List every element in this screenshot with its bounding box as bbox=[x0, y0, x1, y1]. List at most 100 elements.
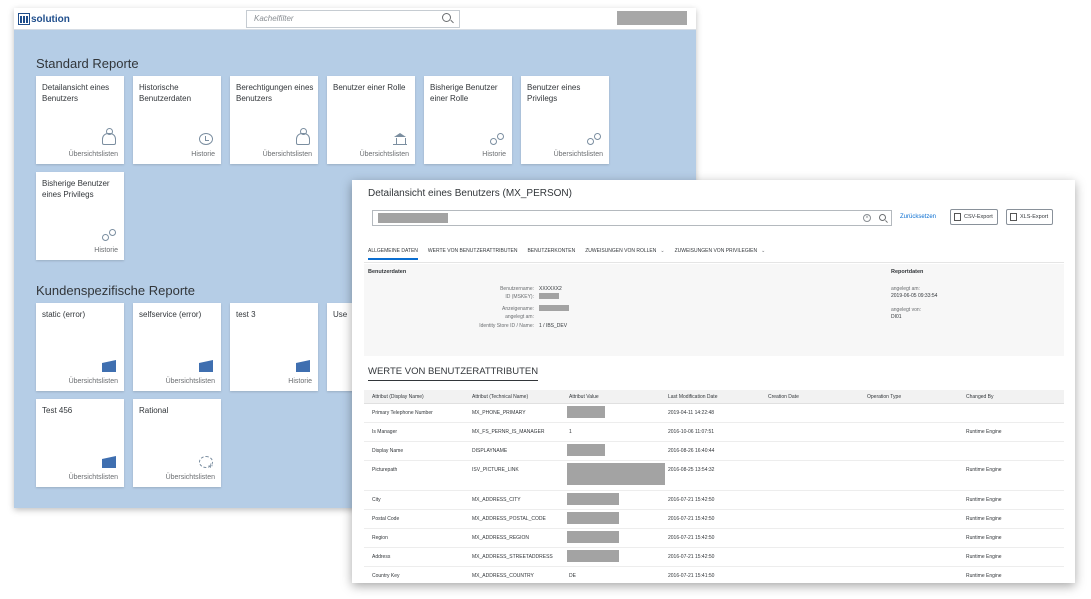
table-row[interactable]: Country Key MX_ADDRESS_COUNTRY DE 2016-07-2… bbox=[364, 567, 1064, 583]
tile-footer: Übersichtslisten bbox=[165, 378, 215, 385]
cell-changed-by: Runtime Engine bbox=[966, 497, 1002, 503]
table-row[interactable]: City MX_ADDRESS_CITY 2016-07-21 15:42:50 Ru… bbox=[364, 491, 1064, 510]
user-search-field[interactable]: × bbox=[372, 210, 892, 226]
cell-technical: MX_ADDRESS_STREETADDRESS bbox=[472, 554, 553, 560]
tab-2[interactable]: BENUTZERKONTEN bbox=[527, 246, 575, 260]
tile-title: Historische Benutzerdaten bbox=[139, 83, 192, 103]
cell-changed-by: Runtime Engine bbox=[966, 554, 1002, 560]
tile-custom-2[interactable]: test 3 Historie bbox=[230, 303, 318, 391]
tile-custom-5[interactable]: Rational Übersichtslisten bbox=[133, 399, 221, 487]
cell-modified: 2016-07-21 15:42:50 bbox=[668, 535, 715, 541]
report-by-value: DI01 bbox=[891, 314, 902, 320]
tile-custom-1[interactable]: selfservice (error) Übersichtslisten bbox=[133, 303, 221, 391]
table-row[interactable]: Address MX_ADDRESS_STREETADDRESS 2016-07-2… bbox=[364, 548, 1064, 567]
tile-title: Bisherige Benutzer eines Privilegs bbox=[42, 179, 110, 199]
cell-display: Picturepath bbox=[372, 467, 398, 473]
search-icon[interactable] bbox=[879, 214, 886, 221]
tab-label: BENUTZERKONTEN bbox=[527, 248, 576, 254]
tile-footer: Übersichtslisten bbox=[262, 151, 312, 158]
value-redacted bbox=[567, 550, 619, 562]
cell-modified: 2019-04-11 14:22:48 bbox=[668, 410, 715, 416]
tile-title: test 3 bbox=[236, 310, 256, 319]
report-data-group-title: Reportdaten bbox=[891, 269, 924, 275]
tile-title: Benutzer einer Rolle bbox=[333, 83, 406, 92]
role-icon bbox=[393, 133, 407, 145]
column-header[interactable]: Changed By bbox=[966, 394, 994, 400]
tab-3[interactable]: ZUWEISUNGEN VON ROLLEN ⌄ bbox=[585, 246, 664, 260]
tile-filter-input[interactable]: Kachelfilter bbox=[246, 10, 460, 28]
tile-standard-1[interactable]: Historische Benutzerdaten Historie bbox=[133, 76, 221, 164]
tile-footer: Übersichtslisten bbox=[553, 151, 603, 158]
username-value: XXXXXX2 bbox=[539, 286, 562, 292]
cell-display: Postal Code bbox=[372, 516, 400, 522]
folder-icon bbox=[199, 360, 213, 372]
idstore-value: 1 / IBS_DEV bbox=[539, 323, 568, 329]
csv-export-button[interactable]: CSV-Export bbox=[950, 209, 998, 225]
chevron-down-icon: ⌄ bbox=[761, 248, 766, 254]
folder-icon bbox=[296, 360, 310, 372]
table-row[interactable]: Is Manager MX_FS_PERNR_IS_MANAGER 1 2016-10… bbox=[364, 423, 1064, 442]
shell-bar: solution Kachelfilter bbox=[14, 8, 696, 30]
cell-changed-by: Runtime Engine bbox=[966, 573, 1002, 579]
tile-standard-2[interactable]: Berechtigungen eines Benutzers Übersichts… bbox=[230, 76, 318, 164]
column-header[interactable]: Attribut (Display Name) bbox=[372, 394, 424, 400]
table-row[interactable]: Region MX_ADDRESS_REGION 2016-07-21 15:42:… bbox=[364, 529, 1064, 548]
add-icon bbox=[199, 456, 213, 471]
tile-custom-0[interactable]: static (error) Übersichtslisten bbox=[36, 303, 124, 391]
group-icon bbox=[102, 229, 116, 241]
value-redacted bbox=[567, 512, 619, 524]
logo-mark-icon bbox=[18, 13, 30, 25]
column-header[interactable]: Attribut Value bbox=[569, 394, 599, 400]
table-row[interactable]: Picturepath ISV_PICTURE_LINK 2016-08-25 13… bbox=[364, 461, 1064, 491]
table-row[interactable]: Postal Code MX_ADDRESS_POSTAL_CODE 2016-07… bbox=[364, 510, 1064, 529]
column-header[interactable]: Last Modification Date bbox=[668, 394, 717, 400]
value-redacted bbox=[567, 493, 619, 505]
report-created-value: 2019-06-05 09:33:54 bbox=[891, 293, 938, 299]
cell-modified: 2016-07-21 15:41:50 bbox=[668, 573, 715, 579]
cell-technical: MX_ADDRESS_POSTAL_CODE bbox=[472, 516, 546, 522]
xls-export-label: XLS-Export bbox=[1020, 214, 1049, 220]
cell-technical: ISV_PICTURE_LINK bbox=[472, 467, 519, 473]
column-header[interactable]: Operation Type bbox=[867, 394, 901, 400]
tab-label: WERTE VON BENUTZERATTRIBUTEN bbox=[427, 248, 518, 254]
tile-standard-5[interactable]: Benutzer eines Privilegs Übersichtslisten bbox=[521, 76, 609, 164]
search-icon[interactable] bbox=[442, 13, 451, 22]
column-header[interactable]: Creation Date bbox=[768, 394, 799, 400]
attributes-section-title: WERTE VON BENUTZERATTRIBUTEN bbox=[368, 366, 539, 381]
section-standard-reports: Standard Reporte bbox=[36, 56, 139, 71]
user-data-group-title: Benutzerdaten bbox=[368, 269, 407, 275]
tile-title: Bisherige Benutzer einer Rolle bbox=[430, 83, 498, 103]
tile-title: Berechtigungen eines Benutzers bbox=[236, 83, 314, 103]
tile-standard-4[interactable]: Bisherige Benutzer einer Rolle Historie bbox=[424, 76, 512, 164]
tile-footer: Übersichtslisten bbox=[359, 151, 409, 158]
csv-file-icon bbox=[954, 213, 961, 221]
tab-label: ZUWEISUNGEN VON PRIVILEGIEN bbox=[674, 248, 758, 254]
tile-custom-4[interactable]: Test 456 Übersichtslisten bbox=[36, 399, 124, 487]
value-redacted bbox=[567, 463, 665, 485]
cell-modified: 2016-08-26 16:40:44 bbox=[668, 448, 715, 454]
logo[interactable]: solution bbox=[18, 12, 70, 26]
cell-technical: MX_ADDRESS_CITY bbox=[472, 497, 521, 503]
cell-changed-by: Runtime Engine bbox=[966, 429, 1002, 435]
cell-value: DE bbox=[569, 573, 576, 579]
tile-standard-0[interactable]: Detailansicht eines Benutzers Übersichtsl… bbox=[36, 76, 124, 164]
cell-technical: MX_ADDRESS_REGION bbox=[472, 535, 529, 541]
column-header[interactable]: Attribut (Technical Name) bbox=[472, 394, 528, 400]
reset-link[interactable]: Zurücksetzen bbox=[900, 214, 936, 220]
xls-export-button[interactable]: XLS-Export bbox=[1006, 209, 1054, 225]
tile-title: static (error) bbox=[42, 310, 86, 319]
table-header: Attribut (Display Name) Attribut (Technic… bbox=[364, 390, 1064, 404]
user-menu-redacted[interactable] bbox=[617, 11, 687, 25]
tab-4[interactable]: ZUWEISUNGEN VON PRIVILEGIEN ⌄ bbox=[675, 246, 766, 260]
table-row[interactable]: Display Name DISPLAYNAME 2016-08-26 16:40:… bbox=[364, 442, 1064, 461]
history-icon bbox=[199, 133, 213, 145]
group-icon bbox=[587, 133, 601, 145]
report-by-label: angelegt von: bbox=[891, 307, 922, 313]
clear-icon[interactable]: × bbox=[863, 214, 871, 222]
tile-standard-3[interactable]: Benutzer einer Rolle Übersichtslisten bbox=[327, 76, 415, 164]
tab-1[interactable]: WERTE VON BENUTZERATTRIBUTEN bbox=[428, 246, 518, 260]
tile-standard-6[interactable]: Bisherige Benutzer eines Privilegs Histor… bbox=[36, 172, 124, 260]
cell-technical: MX_FS_PERNR_IS_MANAGER bbox=[472, 429, 545, 435]
tab-0[interactable]: ALLGEMEINE DATEN bbox=[368, 246, 418, 260]
table-row[interactable]: Primary Telephone Number MX_PHONE_PRIMARY… bbox=[364, 404, 1064, 423]
